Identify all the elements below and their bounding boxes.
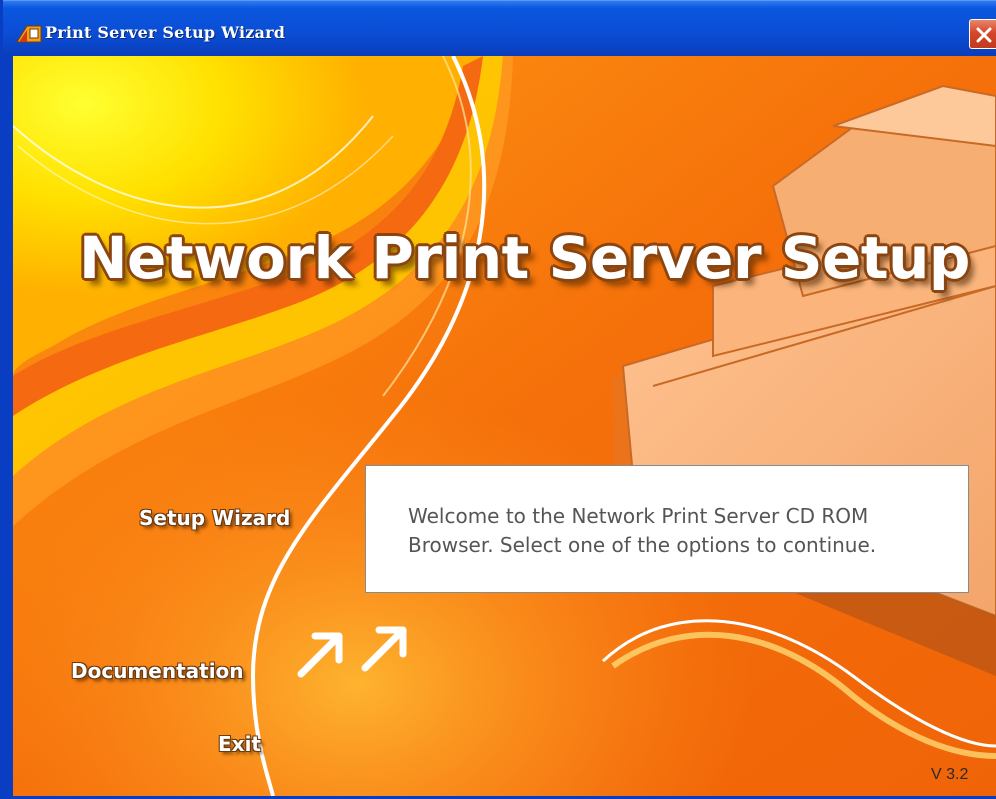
welcome-box: Welcome to the Network Print Server CD R… xyxy=(365,465,969,593)
app-window: Print Server Setup Wizard Network Print … xyxy=(0,0,996,799)
title-bar[interactable]: Print Server Setup Wizard xyxy=(3,0,996,54)
version-label: V 3.2 xyxy=(931,766,969,783)
close-icon xyxy=(976,27,992,43)
printer-app-icon xyxy=(16,25,42,43)
splash-headline: Network Print Server Setup xyxy=(79,224,970,292)
double-arrow-up-right-icon xyxy=(297,626,407,678)
setup-wizard-link[interactable]: Setup Wizard xyxy=(139,506,290,530)
documentation-link[interactable]: Documentation xyxy=(71,659,244,683)
splash-panel: Network Print Server Setup Setup Wizard … xyxy=(13,56,996,796)
welcome-message: Welcome to the Network Print Server CD R… xyxy=(408,504,877,557)
splash-background xyxy=(13,56,996,796)
window-title: Print Server Setup Wizard xyxy=(45,23,286,42)
exit-link[interactable]: Exit xyxy=(218,732,261,756)
close-button[interactable] xyxy=(969,19,996,49)
